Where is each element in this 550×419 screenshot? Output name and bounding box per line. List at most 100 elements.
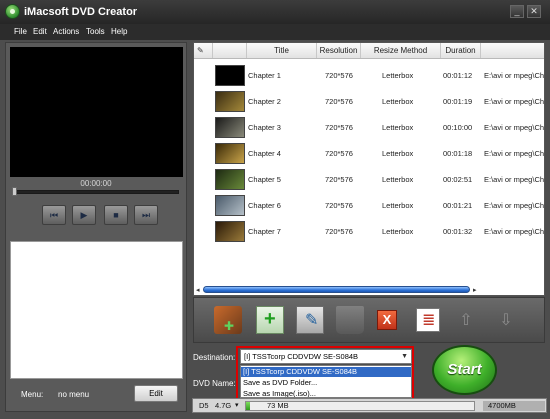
destination-option-iso[interactable]: Save as Image(.iso)... [241,389,411,397]
destination-selected-value: [I] TSSTcorp CDDVDW SE-S084B [244,352,359,361]
row-resolution: 720*576 [325,227,353,236]
table-row[interactable]: Chapter 2 720*576 Letterbox 00:01:19 E:\… [194,89,544,115]
stop-button[interactable]: ■ [104,205,128,225]
start-button[interactable]: Start [432,345,497,395]
row-resize: Letterbox [382,149,414,158]
video-thumbnail [215,143,245,164]
table-row[interactable]: Chapter 5 720*576 Letterbox 00:02:51 E:\… [194,167,545,193]
skip-back-icon: ⏮ [49,210,59,220]
row-path: E:\avi or mpeg\Ch [484,149,545,158]
table-row[interactable]: Chapter 7 720*576 Letterbox 00:01:32 E:\… [194,219,545,245]
disc-capacity[interactable]: 4.7G [215,401,231,410]
video-thumbnail [215,221,245,242]
seek-bar[interactable] [12,190,179,194]
row-path: E:\avi or mpeg\Ch [484,201,545,210]
row-title: Chapter 4 [248,149,281,158]
row-path: E:\avi or mpeg\Ch [484,123,545,132]
row-resize: Letterbox [382,97,414,106]
menu-tools[interactable]: Tools [86,27,105,36]
row-duration: 00:01:12 [443,71,473,80]
row-duration: 00:01:18 [443,149,473,158]
destination-select[interactable]: [I] TSSTcorp CDDVDW SE-S084B ▼ [240,349,412,364]
menu-preview-area[interactable] [10,241,183,379]
row-resize: Letterbox [382,123,414,132]
menu-help[interactable]: Help [111,27,127,36]
next-button[interactable]: ⏭ [134,205,158,225]
row-resolution: 720*576 [325,201,353,210]
timecode: 00:00:00 [80,179,112,188]
edit-menu-button[interactable]: Edit [134,385,178,402]
row-resize: Letterbox [382,71,414,80]
minimize-button[interactable]: _ [510,5,524,18]
table-row[interactable]: Chapter 4 720*576 Letterbox 00:01:18 E:\… [194,141,545,167]
column-path [481,43,544,58]
row-duration: 00:01:21 [443,201,473,210]
disc-total: 4700MB [483,401,545,411]
row-resize: Letterbox [382,175,414,184]
edit-video-icon[interactable] [296,306,324,334]
table-row[interactable]: Chapter 6 720*576 Letterbox 00:01:21 E:\… [194,193,545,219]
row-path: E:\avi or mpeg\Ch [484,227,545,236]
menu-actions[interactable]: Actions [53,27,79,36]
column-title[interactable]: Title [247,43,317,58]
menu-label: Menu: [21,390,44,399]
app-logo-icon [5,4,20,19]
column-resolution[interactable]: Resolution [317,43,361,58]
scroll-right-arrow[interactable]: ▸ [473,286,477,294]
row-resolution: 720*576 [325,97,353,106]
menu-bar: File Edit Actions Tools Help [0,24,550,40]
row-title: Chapter 5 [248,175,281,184]
column-duration[interactable]: Duration [441,43,481,58]
column-resize-method[interactable]: Resize Method [361,43,441,58]
video-thumbnail [215,169,245,190]
row-path: E:\avi or mpeg\Ch [484,175,545,184]
row-resolution: 720*576 [325,71,353,80]
skip-forward-icon: ⏭ [141,210,151,220]
destination-option-drive[interactable]: [I] TSSTcorp CDDVDW SE-S084B [241,367,411,377]
video-thumbnail [215,117,245,138]
horizontal-scrollbar[interactable] [203,286,470,293]
play-button[interactable]: ▶ [72,205,96,225]
previous-button[interactable]: ⏮ [42,205,66,225]
table-row[interactable]: Chapter 1 720*576 Letterbox 00:01:12 E:\… [194,63,544,89]
toolbar: X ⇧ ⇩ [193,297,545,343]
scroll-left-arrow[interactable]: ◂ [196,286,200,294]
destination-option-folder[interactable]: Save as DVD Folder... [241,378,411,388]
capacity-dropdown-icon[interactable]: ▾ [235,401,239,409]
row-title: Chapter 1 [248,71,281,80]
table-header: ✎ Title Resolution Resize Method Duratio… [194,43,544,59]
row-title: Chapter 6 [248,201,281,210]
disc-usage-fill [246,402,250,410]
move-down-icon[interactable]: ⇩ [496,310,516,330]
video-thumbnail [215,91,245,112]
column-thumbnail [213,43,247,58]
destination-options: [I] TSSTcorp CDDVDW SE-S084B Save as DVD… [240,365,412,398]
row-resize: Letterbox [382,227,414,236]
remove-icon[interactable]: X [377,310,397,330]
column-edit [194,43,213,58]
row-duration: 00:01:32 [443,227,473,236]
row-resolution: 720*576 [325,123,353,132]
close-button[interactable]: ✕ [527,5,541,18]
chevron-down-icon[interactable]: ▼ [401,350,408,363]
row-resize: Letterbox [382,201,414,210]
seek-handle[interactable] [12,187,17,196]
video-thumbnail [215,65,245,86]
row-duration: 00:01:19 [443,97,473,106]
menu-edit[interactable]: Edit [33,27,47,36]
dvd-name-label: DVD Name: [193,379,236,388]
title-bar: iMacsoft DVD Creator _ ✕ [0,0,550,24]
add-video-icon[interactable] [214,306,242,334]
stop-icon: ■ [113,210,119,220]
row-title: Chapter 3 [248,123,281,132]
menu-file[interactable]: File [14,27,27,36]
add-file-icon[interactable] [256,306,284,334]
row-resolution: 720*576 [325,149,353,158]
table-row[interactable]: Chapter 3 720*576 Letterbox 00:10:00 E:\… [194,115,545,141]
row-title: Chapter 7 [248,227,281,236]
row-resolution: 720*576 [325,175,353,184]
chapter-list-icon[interactable] [416,308,440,332]
row-duration: 00:02:51 [443,175,473,184]
move-up-icon[interactable]: ⇧ [456,310,476,330]
trash-icon[interactable] [336,306,364,334]
